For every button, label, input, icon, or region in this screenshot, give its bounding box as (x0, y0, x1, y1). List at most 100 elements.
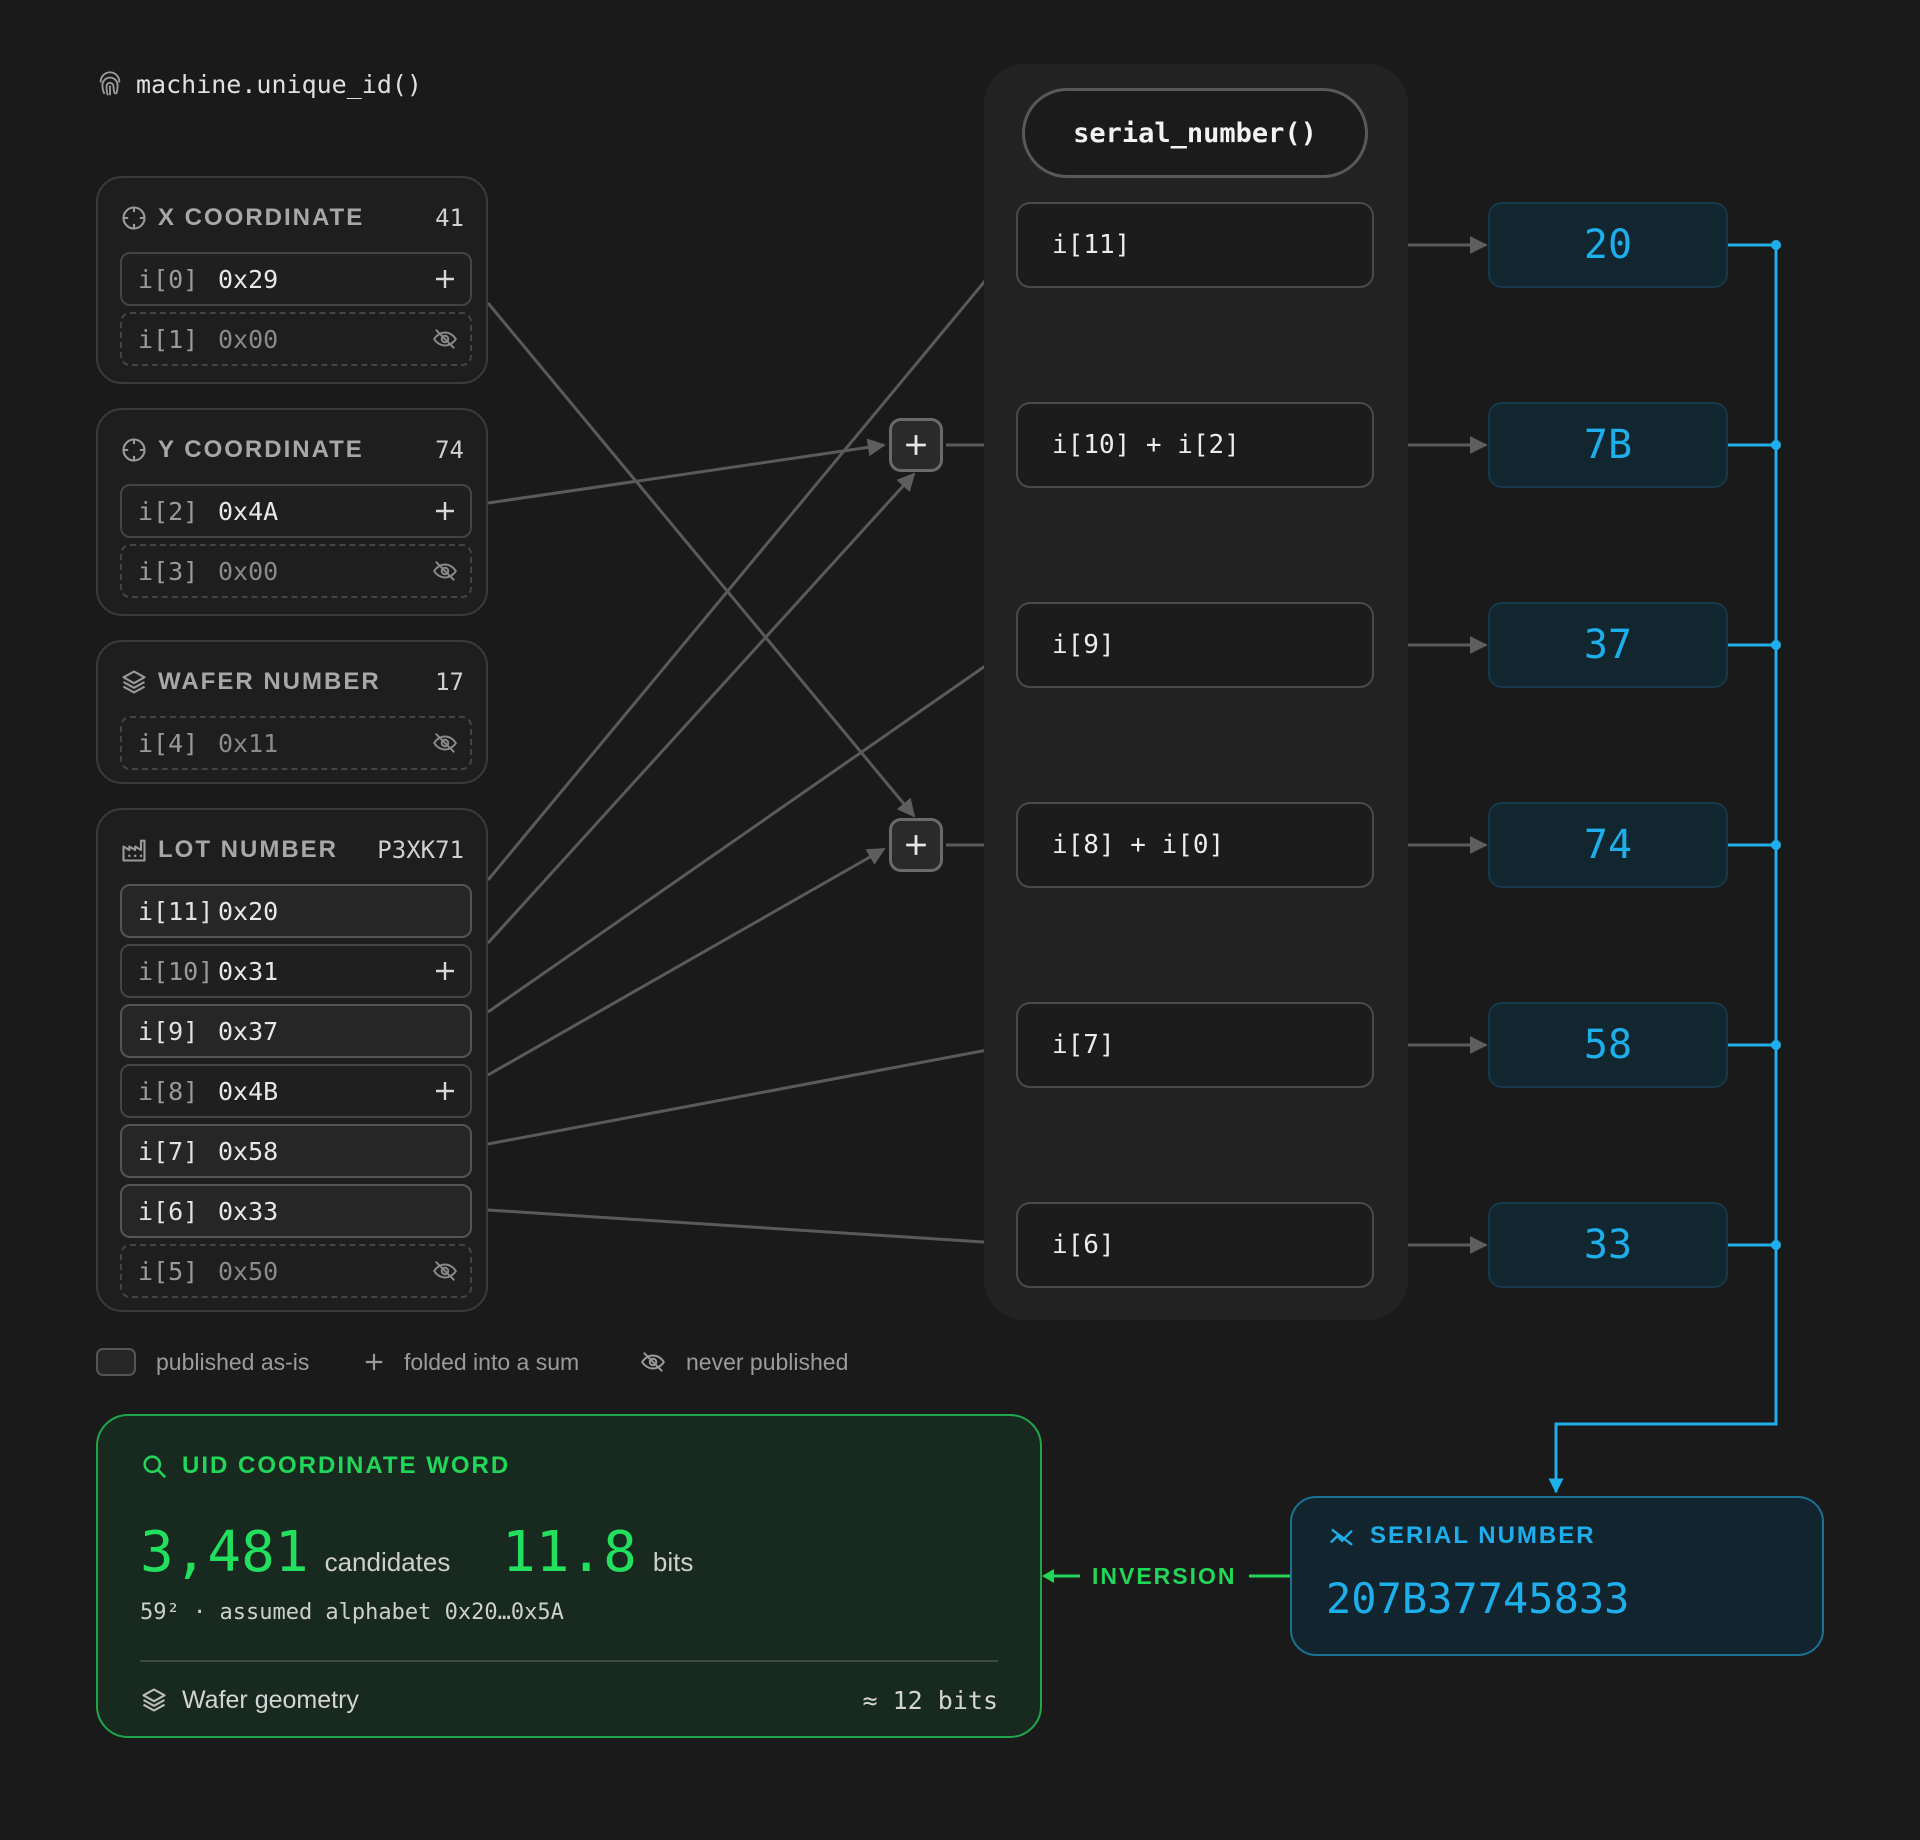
cell-i3: i[3] 0x00 (120, 544, 472, 598)
slot-3: i[9] (1016, 602, 1374, 688)
serial-byte-4: 74 (1488, 802, 1728, 888)
bus-dot (1771, 240, 1781, 250)
serial-number-panel: SERIAL NUMBER 207B37745833 (1290, 1496, 1824, 1656)
group-header: X COORDINATE 41 (120, 198, 464, 238)
legend-folded: folded into a sum (364, 1344, 579, 1380)
plus-icon (420, 500, 470, 522)
cell-value: 0x58 (218, 1136, 279, 1166)
candidates-stat: 3,481 candidates (140, 1520, 450, 1585)
signal-icon (1330, 1529, 1353, 1546)
group-value: 41 (435, 204, 464, 232)
inversion-connector: INVERSION (1042, 1556, 1293, 1596)
uid-coordinate-panel: UID COORDINATE WORD 3,481 candidates 11.… (96, 1414, 1042, 1738)
header: machine.unique_id() (96, 64, 422, 104)
group-header: WAFER NUMBER 17 (120, 662, 464, 702)
sum-node-b (889, 818, 943, 872)
eye-off-icon (641, 1352, 665, 1372)
cell-value: 0x50 (218, 1256, 279, 1286)
cell-index: i[5] (138, 1256, 199, 1286)
eye-off-icon (420, 730, 470, 756)
cell-index: i[10] (138, 956, 214, 986)
cell-index: i[4] (138, 728, 199, 758)
cell-index: i[11] (138, 896, 214, 926)
bits-stat: 11.8 bits (502, 1520, 693, 1585)
serial-header: SERIAL NUMBER (1328, 1522, 1596, 1550)
serial-byte-2: 7B (1488, 402, 1728, 488)
bus-dot (1771, 640, 1781, 650)
legend-swatch (96, 1348, 136, 1376)
legend-label: published as-is (156, 1348, 310, 1375)
fingerprint-icon (99, 71, 121, 96)
group-title: LOT NUMBER (158, 836, 338, 863)
plus-icon (420, 268, 470, 290)
arrow-left-icon (1042, 1569, 1080, 1583)
legend-never: never published (640, 1344, 848, 1380)
crosshair-icon (122, 206, 146, 230)
serial-byte-1: 20 (1488, 202, 1728, 288)
cell-index: i[7] (138, 1136, 199, 1166)
function-label: serial_number() (1022, 88, 1368, 178)
slot-2: i[10] + i[2] (1016, 402, 1374, 488)
group-x-coordinate: X COORDINATE 41 i[0] 0x29 i[1] 0x00 (96, 176, 488, 384)
footer-value: ≈ 12 bits (862, 1685, 998, 1715)
connector-line (1248, 1574, 1293, 1578)
serial-byte-3: 37 (1488, 602, 1728, 688)
uid-subtitle: 59² · assumed alphabet 0x20…0x5A (140, 1600, 564, 1625)
slot-4: i[8] + i[0] (1016, 802, 1374, 888)
cell-i9: i[9] 0x37 (120, 1004, 472, 1058)
cell-i10: i[10] 0x31 (120, 944, 472, 998)
serial-byte-5: 58 (1488, 1002, 1728, 1088)
cell-i2: i[2] 0x4A (120, 484, 472, 538)
cell-value: 0x37 (218, 1016, 279, 1046)
sum-node-a (889, 418, 943, 472)
candidates-unit: candidates (324, 1547, 451, 1577)
plus-icon (420, 1080, 470, 1102)
group-header: Y COORDINATE 74 (120, 430, 464, 470)
eye-off-icon (420, 558, 470, 584)
cell-value: 0x29 (218, 264, 279, 294)
uid-footer: Wafer geometry ≈ 12 bits (140, 1680, 998, 1720)
cell-value: 0x4B (218, 1076, 279, 1106)
factory-icon (122, 839, 146, 862)
layers-icon (122, 670, 146, 694)
uid-header: UID COORDINATE WORD (140, 1452, 510, 1480)
legend-label: folded into a sum (404, 1348, 580, 1375)
cell-i5: i[5] 0x50 (120, 1244, 472, 1298)
plus-icon (365, 1353, 383, 1371)
group-wafer-number: WAFER NUMBER 17 i[4] 0x11 (96, 640, 488, 784)
connector-i6 (487, 1208, 1016, 1252)
plus-icon (906, 835, 926, 855)
slot-1: i[11] (1016, 202, 1374, 288)
bus-dot (1771, 1240, 1781, 1250)
cell-index: i[2] (138, 496, 199, 526)
slot-6: i[6] (1016, 1202, 1374, 1288)
legend-published: published as-is (96, 1344, 309, 1380)
cell-index: i[9] (138, 1016, 199, 1046)
cell-i7: i[7] 0x58 (120, 1124, 472, 1178)
layers-icon (142, 1688, 166, 1712)
cell-value: 0x31 (218, 956, 279, 986)
group-value: 17 (435, 668, 464, 696)
serial-value: 207B37745833 (1326, 1574, 1630, 1623)
group-header: LOT NUMBER P3XK71 (120, 830, 464, 870)
group-title: WAFER NUMBER (158, 668, 381, 695)
connector-i11 (486, 244, 1016, 881)
group-lot-number: LOT NUMBER P3XK71 i[11] 0x20 i[10] 0x31 … (96, 808, 488, 1312)
cell-i6: i[6] 0x33 (120, 1184, 472, 1238)
cell-index: i[6] (138, 1196, 199, 1226)
search-icon (143, 1455, 166, 1478)
group-y-coordinate: Y COORDINATE 74 i[2] 0x4A i[3] 0x00 (96, 408, 488, 616)
cell-i8: i[8] 0x4B (120, 1064, 472, 1118)
cell-index: i[0] (138, 264, 199, 294)
group-title: X COORDINATE (158, 204, 365, 231)
connector-i7 (487, 1039, 1016, 1146)
plus-icon (906, 435, 926, 455)
cell-index: i[3] (138, 556, 199, 586)
uid-title: UID COORDINATE WORD (182, 1452, 511, 1479)
legend-label: never published (686, 1348, 849, 1375)
eye-off-icon (420, 1258, 470, 1284)
cell-i1: i[1] 0x00 (120, 312, 472, 366)
bus-dot (1771, 440, 1781, 450)
connector-i0 (486, 302, 916, 818)
connector-i8 (487, 847, 886, 1077)
